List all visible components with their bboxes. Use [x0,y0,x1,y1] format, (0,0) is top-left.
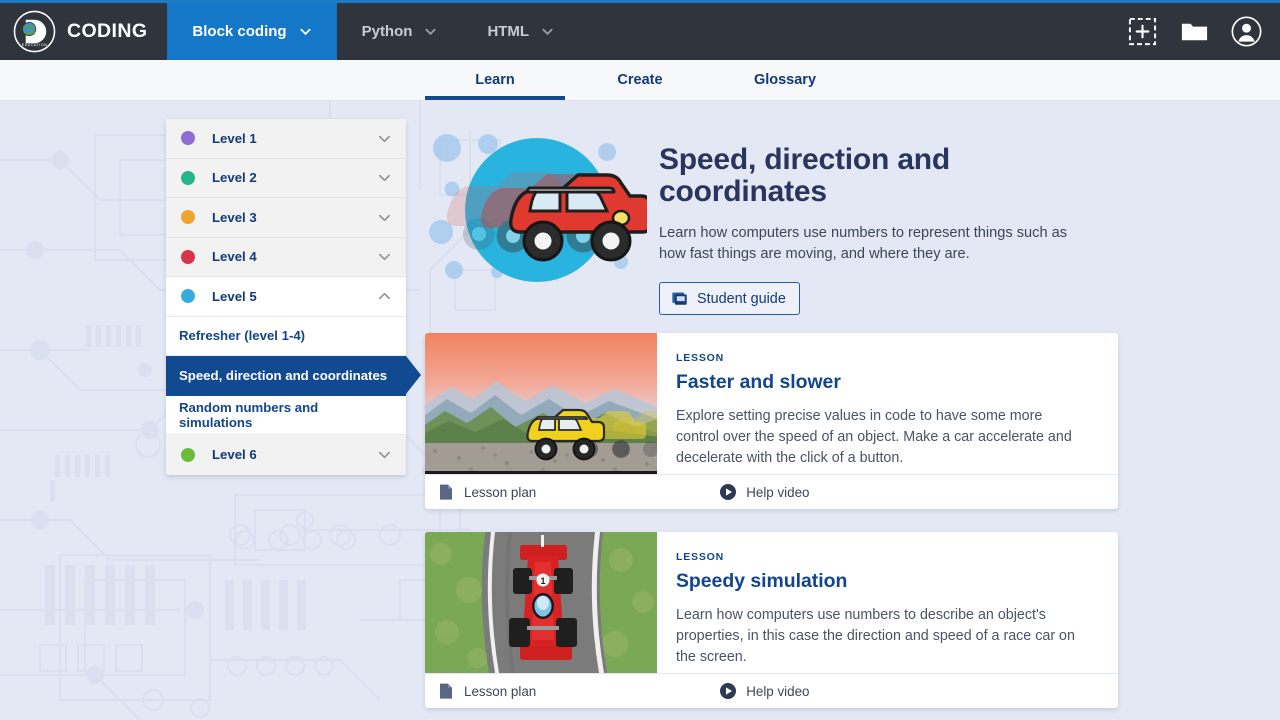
tab-glossary[interactable]: Glossary [715,60,855,100]
level-color-dot [181,249,195,264]
sidebar-item-speed-direction-coordinates[interactable]: Speed, direction and coordinates [166,356,421,396]
tab-create[interactable]: Create [570,60,710,100]
page-title: Speed, direction and coordinates [659,143,951,209]
folder-icon[interactable] [1179,16,1210,47]
level-color-dot [181,170,195,185]
level-color-dot [181,289,195,304]
help-video-label: Help video [746,683,810,699]
tab-label: Learn [475,72,515,88]
tab-label: Glossary [753,72,817,88]
nav-tab-python[interactable]: Python [337,3,463,60]
student-guide-button[interactable]: Student guide [659,282,800,316]
chevron-down-icon [379,135,390,142]
chevron-down-icon [300,28,311,35]
lesson-card-body: LESSON Faster and slower Explore setting… [657,333,1101,474]
lesson-card-top: LESSON Faster and slower Explore setting… [425,333,1118,474]
play-circle-icon [720,683,737,699]
lesson-card-body: LESSON Speedy simulation Learn how compu… [657,532,1101,673]
level-color-dot [181,447,195,462]
yellow-car-on-gravel-road-sunset [425,333,657,474]
sidebar-item-label: Level 1 [212,130,257,146]
lesson-plan-link[interactable]: Lesson plan [437,483,536,501]
lesson-card-footer: Lesson plan Help video [425,673,1118,708]
chevron-down-icon [379,452,390,459]
lesson-card-speedy-simulation[interactable]: 1 LESSON Speedy simulation Learn how com… [425,532,1118,708]
student-guide-label: Student guide [697,290,786,307]
app-header: EDUCATION CODING Block coding Python HTM… [0,3,1280,60]
lesson-title: Speedy simulation [676,570,848,592]
help-video-link[interactable]: Help video [719,483,810,501]
hero-text-block: Speed, direction and coordinates Learn h… [659,122,1104,316]
sidebar-item-label: Level 6 [212,447,257,463]
level-color-dot [181,131,195,146]
nav-tab-label: Block coding [192,23,287,40]
sidebar-item-label: Level 5 [212,288,257,304]
lesson-plan-link[interactable]: Lesson plan [437,682,536,700]
header-icon-group [1127,3,1280,60]
document-icon [440,484,452,500]
sidebar-item-label: Speed, direction and coordinates [179,367,388,383]
levels-sidebar: Level 1 Level 2 Level 3 Level 4 Level 5 … [166,119,421,475]
sidebar-item-label: Level 2 [212,170,257,186]
nav-tab-html[interactable]: HTML [462,3,579,60]
lesson-title: Faster and slower [676,371,841,393]
section-tabs: Learn Create Glossary [0,60,1280,101]
brand-name: CODING [67,20,148,42]
sidebar-item-label: Refresher (level 1-4) [179,328,306,344]
sidebar-item-level-6[interactable]: Level 6 [166,435,406,475]
chevron-down-icon [425,28,436,35]
lesson-card-footer: Lesson plan Help video [425,474,1118,509]
lesson-plan-label: Lesson plan [464,683,537,699]
lesson-description: Learn how computers use numbers to descr… [676,607,1075,666]
lesson-plan-label: Lesson plan [464,484,537,500]
sidebar-item-refresher[interactable]: Refresher (level 1-4) [166,316,406,356]
user-avatar-icon[interactable] [1231,16,1262,47]
nav-tab-label: Python [361,23,413,40]
brand-block[interactable]: EDUCATION CODING [0,3,167,60]
red-formula-one-car-top-down-road: 1 [425,532,657,673]
lesson-card-faster-and-slower[interactable]: LESSON Faster and slower Explore setting… [425,333,1118,509]
chevron-down-icon [379,175,390,182]
sidebar-item-label: Random numbers and simulations [179,399,319,430]
lesson-kicker: LESSON [676,551,724,563]
help-video-link[interactable]: Help video [719,682,810,700]
topic-hero: Speed, direction and coordinates Learn h… [425,122,1125,316]
svg-text:1: 1 [540,576,545,586]
new-project-icon[interactable] [1127,16,1158,47]
document-icon [440,683,452,699]
tab-learn[interactable]: Learn [425,60,565,100]
svg-text:EDUCATION: EDUCATION [22,43,47,47]
tab-label: Create [617,72,663,88]
sidebar-item-label: Level 4 [212,249,257,265]
header-spacer [579,3,1127,60]
sidebar-item-level-5[interactable]: Level 5 [166,277,406,317]
chevron-up-icon [379,292,390,299]
lesson-kicker: LESSON [676,352,724,364]
discovery-education-logo: EDUCATION [13,10,56,53]
sidebar-item-random-numbers-simulations[interactable]: Random numbers and simulations [166,395,406,435]
sidebar-item-level-1[interactable]: Level 1 [166,119,406,159]
play-circle-icon [720,484,737,500]
sidebar-item-label: Level 3 [212,209,257,225]
student-guide-icon [672,292,687,305]
page-description: Learn how computers use numbers to repre… [659,224,1068,262]
sidebar-item-level-2[interactable]: Level 2 [166,158,406,198]
page-root: EDUCATION CODING Block coding Python HTM… [0,0,1280,720]
nav-tab-block-coding[interactable]: Block coding [167,3,337,60]
sidebar-item-level-3[interactable]: Level 3 [166,198,406,238]
help-video-label: Help video [746,484,810,500]
sidebar-item-level-4[interactable]: Level 4 [166,237,406,277]
lesson-description: Explore setting precise values in code t… [676,408,1072,467]
level-color-dot [181,210,195,225]
chevron-down-icon [542,28,553,35]
chevron-down-icon [379,214,390,221]
nav-tab-label: HTML [487,23,530,40]
lesson-card-top: 1 LESSON Speedy simulation Learn how com… [425,532,1118,673]
red-car-motion-blur-illustration [429,134,647,282]
chevron-down-icon [379,254,390,261]
